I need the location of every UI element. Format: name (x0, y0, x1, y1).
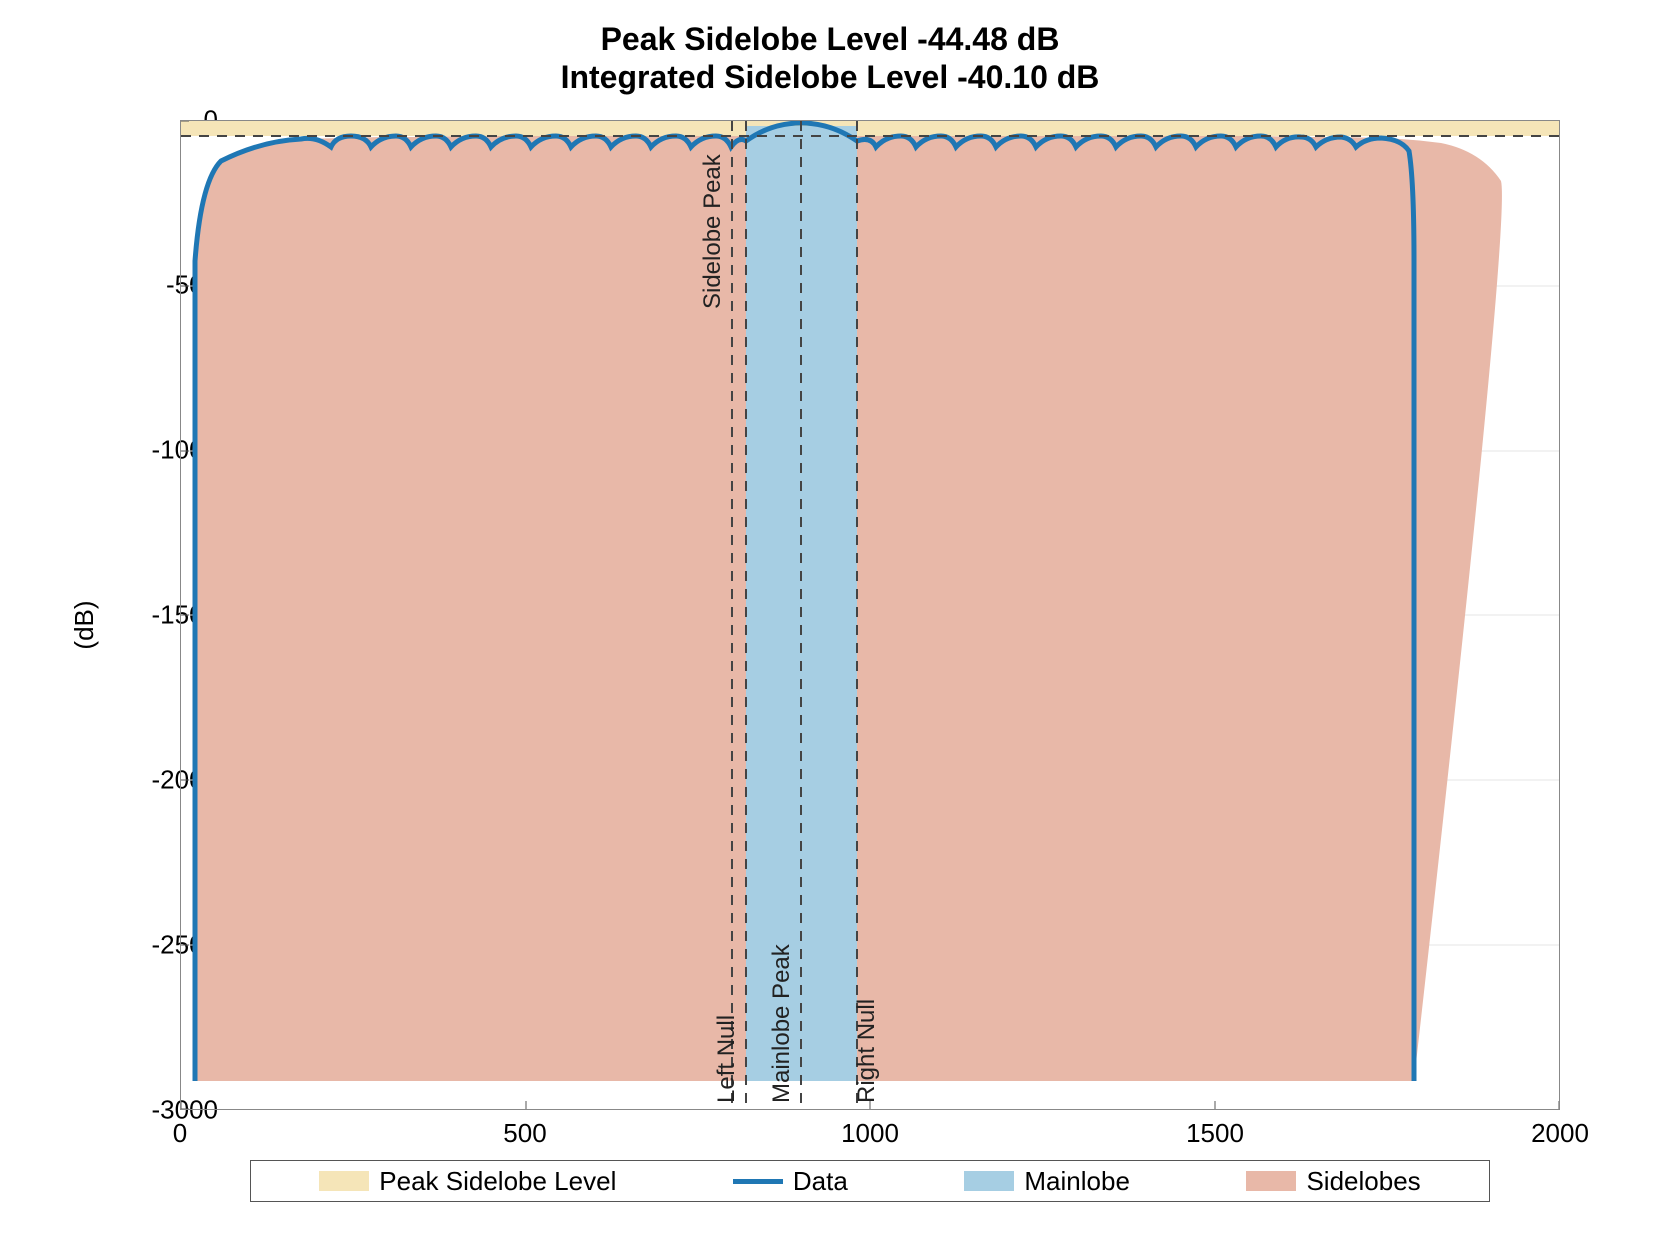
legend-item-psl: Peak Sidelobe Level (319, 1166, 616, 1197)
legend-item-sidelobes: Sidelobes (1246, 1166, 1420, 1197)
xtick-4: 2000 (1531, 1118, 1589, 1149)
data-line-icon (733, 1179, 783, 1184)
psl-band (181, 121, 1559, 136)
sidelobes-left-area (195, 136, 746, 1081)
legend-item-mainlobe: Mainlobe (964, 1166, 1130, 1197)
psl-swatch-icon (319, 1171, 369, 1191)
plot-area: Left Null Mainlobe Peak Right Null Sidel… (180, 120, 1560, 1110)
y-axis-label: (dB) (69, 600, 100, 649)
left-null-label: Left Null (713, 1015, 741, 1103)
title-line-2: Integrated Sidelobe Level -40.10 dB (50, 58, 1610, 96)
xtick-3: 1500 (1186, 1118, 1244, 1149)
xtick-2: 1000 (841, 1118, 899, 1149)
xtick-1: 500 (503, 1118, 546, 1149)
legend-label-mainlobe: Mainlobe (1024, 1166, 1130, 1197)
legend-label-psl: Peak Sidelobe Level (379, 1166, 616, 1197)
plot-svg (181, 121, 1559, 1109)
sidelobes-right-edge (1381, 138, 1414, 1081)
legend-label-data: Data (793, 1166, 848, 1197)
chart-title: Peak Sidelobe Level -44.48 dB Integrated… (50, 20, 1610, 97)
xtick-0: 0 (173, 1118, 187, 1149)
sidelobe-peak-label: Sidelobe Peak (699, 154, 727, 309)
chart-container: Peak Sidelobe Level -44.48 dB Integrated… (50, 20, 1610, 1230)
sidelobes-swatch-icon (1246, 1171, 1296, 1191)
sidelobes-right-shape (857, 136, 1414, 1081)
right-null-label: Right Null (853, 999, 881, 1103)
legend-item-data: Data (733, 1166, 848, 1197)
legend-label-sidelobes: Sidelobes (1306, 1166, 1420, 1197)
mainlobe-swatch-icon (964, 1171, 1014, 1191)
title-line-1: Peak Sidelobe Level -44.48 dB (50, 20, 1610, 58)
legend: Peak Sidelobe Level Data Mainlobe Sidelo… (250, 1160, 1490, 1202)
mainlobe-peak-label: Mainlobe Peak (768, 944, 796, 1103)
